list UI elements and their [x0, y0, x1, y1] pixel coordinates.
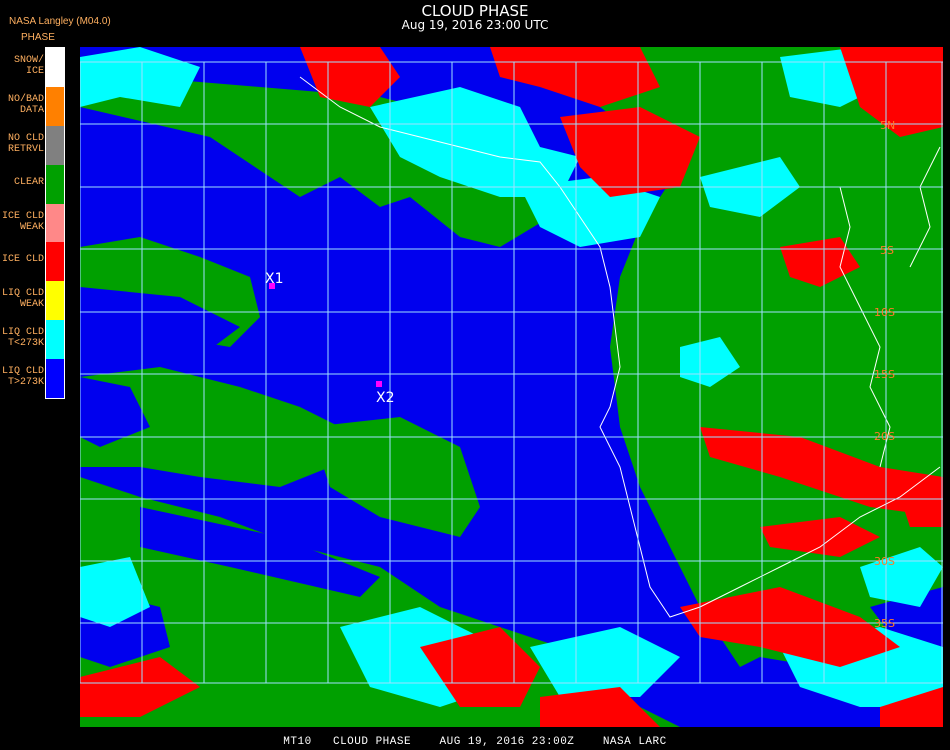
legend-label: ICE CLD WEAK	[1, 210, 44, 233]
map-canvas: 5N 5S 10S 15S 20S 30S 35S X1 X2	[80, 47, 943, 727]
legend-swatch	[46, 48, 64, 87]
lat-label: 15S	[874, 368, 895, 381]
legend-label: LIQ CLD WEAK	[1, 288, 44, 311]
marker-x1-label: X1	[265, 271, 284, 287]
map-timestamp: Aug 19, 2016 23:00 UTC	[401, 18, 549, 32]
map-footer: MT10 CLOUD PHASE AUG 19, 2016 23:00Z NAS…	[283, 736, 667, 748]
lat-label: 5S	[880, 244, 894, 257]
legend-label: CLEAR	[13, 176, 44, 188]
legend-label: NO CLD RETRVL	[7, 132, 44, 155]
cloud-phase-map: 5N 5S 10S 15S 20S 30S 35S X1 X2	[80, 47, 943, 727]
marker-x2-point	[376, 381, 382, 387]
legend-swatch	[46, 242, 64, 282]
lat-label: 30S	[874, 555, 895, 568]
phase-legend	[45, 47, 65, 399]
legend-swatch	[46, 281, 64, 321]
marker-x2-label: X2	[376, 390, 395, 406]
legend-swatch	[46, 203, 64, 243]
legend-label: NO/BAD DATA	[7, 93, 44, 116]
lat-label: 35S	[874, 617, 895, 630]
source-label: NASA Langley (M04.0)	[9, 16, 111, 27]
lat-label: 5N	[880, 119, 895, 132]
lat-label: 10S	[874, 306, 895, 319]
legend-swatch	[46, 320, 64, 360]
legend-swatch	[46, 86, 64, 126]
legend-heading: PHASE	[21, 32, 55, 43]
legend-swatch	[46, 359, 64, 398]
legend-label: ICE CLD	[1, 254, 44, 266]
legend-label: SNOW/ ICE	[13, 55, 44, 77]
legend-swatch	[46, 164, 64, 204]
lat-label: 20S	[874, 430, 895, 443]
legend-label: LIQ CLD T<273K	[1, 327, 44, 350]
legend-swatch	[46, 125, 64, 165]
legend-label: LIQ CLD T>273K	[1, 366, 44, 389]
